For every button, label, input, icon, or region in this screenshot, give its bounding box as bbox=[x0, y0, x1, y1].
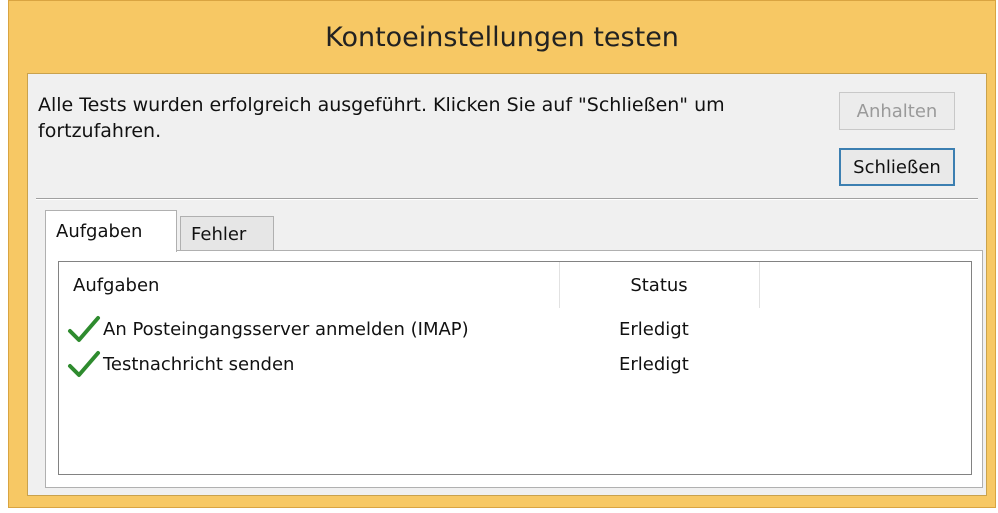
tab-errors[interactable]: Fehler bbox=[180, 216, 274, 252]
dialog-window: Kontoeinstellungen testen Alle Tests wur… bbox=[8, 0, 996, 508]
status-message: Alle Tests wurden erfolgreich ausgeführt… bbox=[38, 94, 725, 142]
column-divider bbox=[759, 262, 760, 308]
tab-panel: Aufgaben Status An Posteingangsserver an… bbox=[45, 250, 983, 488]
table-row[interactable]: Testnachricht senden Erledigt bbox=[59, 347, 971, 381]
column-divider bbox=[559, 262, 560, 308]
dialog-title: Kontoeinstellungen testen bbox=[325, 21, 679, 53]
dialog-content: Alle Tests wurden erfolgreich ausgeführt… bbox=[27, 73, 987, 496]
stop-button[interactable]: Anhalten bbox=[839, 92, 955, 130]
tab-tasks[interactable]: Aufgaben bbox=[45, 210, 177, 252]
checkmark-icon bbox=[68, 351, 100, 377]
title-bar[interactable]: Kontoeinstellungen testen bbox=[9, 1, 995, 73]
task-name: An Posteingangsserver anmelden (IMAP) bbox=[103, 318, 469, 340]
task-name: Testnachricht senden bbox=[103, 353, 295, 375]
column-header-tasks[interactable]: Aufgaben bbox=[73, 262, 553, 308]
separator bbox=[36, 198, 978, 200]
list-header: Aufgaben Status bbox=[59, 262, 971, 308]
checkmark-icon bbox=[68, 316, 100, 342]
table-row[interactable]: An Posteingangsserver anmelden (IMAP) Er… bbox=[59, 312, 971, 346]
task-status: Erledigt bbox=[619, 318, 689, 340]
task-list[interactable]: Aufgaben Status An Posteingangsserver an… bbox=[58, 261, 972, 475]
close-button[interactable]: Schließen bbox=[839, 148, 955, 186]
task-status: Erledigt bbox=[619, 353, 689, 375]
column-header-status[interactable]: Status bbox=[561, 262, 757, 308]
